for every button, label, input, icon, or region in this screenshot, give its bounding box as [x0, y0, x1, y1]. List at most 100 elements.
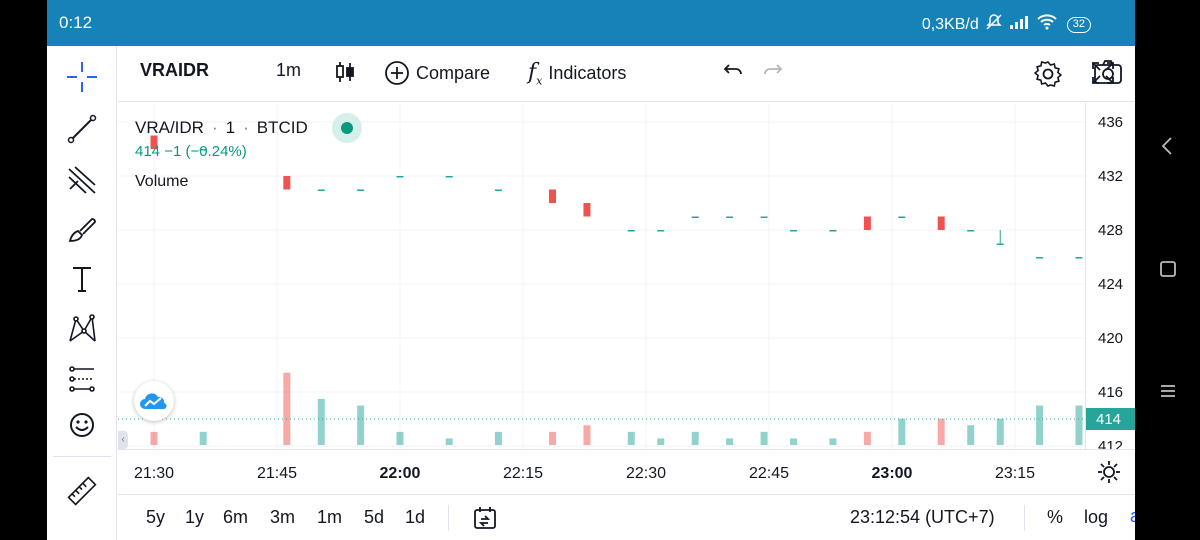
price-chart	[118, 103, 1085, 449]
volume-bar	[726, 438, 734, 445]
camera-icon[interactable]	[1093, 58, 1123, 91]
bottom-divider	[448, 505, 449, 531]
collapse-toolbar-button[interactable]: ‹	[118, 431, 128, 449]
candle	[996, 243, 1004, 245]
add-circle-icon	[385, 61, 409, 85]
candle	[549, 189, 557, 203]
price-tick-label: 412	[1098, 438, 1123, 449]
goto-date-icon[interactable]	[472, 505, 498, 536]
tradingview-logo[interactable]	[134, 381, 174, 421]
last-price-label: 414	[1096, 411, 1121, 428]
chart-pane[interactable]: VRA/IDR · 1 · BTCID 414 −1 (−0.24%) Volu…	[118, 103, 1085, 449]
range-5y[interactable]: 5y	[146, 507, 165, 528]
axis-settings-icon[interactable]	[1097, 460, 1121, 489]
text-icon[interactable]	[61, 258, 103, 300]
home-nav-icon[interactable]	[1159, 260, 1177, 284]
time-axis[interactable]: 21:30 21:45 22:00 22:15 22:30 22:45 23:00 23:15	[118, 449, 1135, 494]
candle	[1036, 257, 1044, 259]
cloud-logo-icon	[140, 393, 167, 410]
legend-exchange: BTCID	[256, 118, 308, 137]
log-scale-toggle[interactable]: log	[1084, 507, 1108, 528]
clock-timezone[interactable]: 23:12:54 (UTC+7)	[850, 507, 995, 528]
candle	[863, 216, 871, 230]
menu-nav-icon[interactable]	[1159, 382, 1177, 405]
volume-bar	[898, 418, 906, 445]
indicators-button[interactable]: fx Indicators	[528, 60, 626, 87]
range-1d[interactable]: 1d	[405, 507, 425, 528]
redo-icon[interactable]	[762, 60, 784, 82]
status-time: 0:12	[59, 13, 93, 32]
candle	[445, 176, 453, 178]
volume-bar	[996, 418, 1004, 445]
volume-bar	[790, 438, 798, 445]
price-tick-label: 432	[1098, 168, 1123, 185]
time-tick-label: 23:00	[872, 465, 913, 482]
symbol-legend: VRA/IDR · 1 · BTCID	[135, 113, 362, 143]
signal-icon	[1009, 15, 1031, 34]
price-change-legend: 414 −1 (−0.24%)	[135, 143, 247, 160]
candle	[1075, 257, 1083, 259]
volume-bar	[1075, 405, 1083, 445]
volume-bar	[494, 431, 502, 445]
brush-icon[interactable]	[61, 208, 103, 250]
prediction-icon[interactable]	[61, 358, 103, 400]
undo-icon[interactable]	[722, 60, 744, 82]
drawing-toolbar	[47, 46, 117, 540]
price-tick-label: 416	[1098, 384, 1123, 401]
range-5d[interactable]: 5d	[364, 507, 384, 528]
range-1y[interactable]: 1y	[185, 507, 204, 528]
candles-style-icon[interactable]	[334, 60, 356, 84]
range-6m[interactable]: 6m	[223, 507, 248, 528]
compare-button[interactable]: Compare	[384, 60, 490, 86]
symbol-search[interactable]: VRAIDR	[140, 60, 209, 81]
emoji-icon[interactable]	[61, 404, 103, 446]
volume-legend: Volume	[135, 173, 189, 190]
trend-line-icon[interactable]	[61, 108, 103, 150]
range-1m[interactable]: 1m	[317, 507, 342, 528]
settings-icon[interactable]	[1034, 60, 1062, 88]
crosshair-icon[interactable]	[61, 56, 103, 98]
candle	[898, 216, 906, 218]
price-tick-label: 420	[1098, 330, 1123, 347]
back-nav-icon[interactable]	[1159, 136, 1175, 162]
candle	[627, 230, 635, 232]
time-tick-label: 21:45	[257, 465, 297, 482]
percent-scale-toggle[interactable]: %	[1047, 507, 1063, 528]
time-tick-label: 22:45	[749, 465, 789, 482]
volume-bar	[199, 431, 207, 445]
phone-screen: 0:12 0,3KB/d 32 VRAIDR 1m Compare fx Ind…	[0, 0, 1200, 540]
time-tick-label: 22:30	[626, 465, 666, 482]
volume-bar	[283, 372, 291, 445]
legend-interval: 1	[225, 118, 236, 137]
ruler-icon[interactable]	[61, 470, 103, 512]
volume-bar	[760, 431, 768, 445]
price-axis[interactable]: 436 432 428 424 420 416 412 414	[1085, 103, 1136, 455]
volume-bar	[1036, 405, 1044, 445]
fib-icon[interactable]	[61, 158, 103, 200]
wifi-icon	[1037, 14, 1057, 35]
market-status-dot[interactable]	[331, 113, 362, 143]
candle	[317, 189, 325, 191]
volume-bar	[583, 425, 591, 445]
volume-bar	[691, 431, 699, 445]
volume-bar	[967, 425, 975, 445]
time-tick-label: 21:30	[134, 465, 174, 482]
volume-bar	[937, 418, 945, 445]
candle	[357, 189, 365, 191]
legend-pair: VRA/IDR	[135, 118, 204, 137]
mute-icon	[985, 13, 1003, 36]
tradingview-app: VRAIDR 1m Compare fx Indicators VRA/IDR …	[47, 46, 1165, 540]
pattern-icon[interactable]	[61, 308, 103, 350]
volume-bar	[396, 431, 404, 445]
candle	[726, 216, 734, 218]
toolbar-divider	[53, 456, 111, 457]
candle	[657, 230, 665, 232]
indicators-label: Indicators	[548, 63, 627, 84]
candle	[829, 230, 837, 232]
interval-button[interactable]: 1m	[276, 60, 301, 81]
candle	[937, 216, 945, 230]
volume-bar	[627, 431, 635, 445]
battery-indicator: 32	[1066, 16, 1091, 33]
range-3m[interactable]: 3m	[270, 507, 295, 528]
status-bar: 0:12 0,3KB/d 32	[47, 0, 1135, 46]
